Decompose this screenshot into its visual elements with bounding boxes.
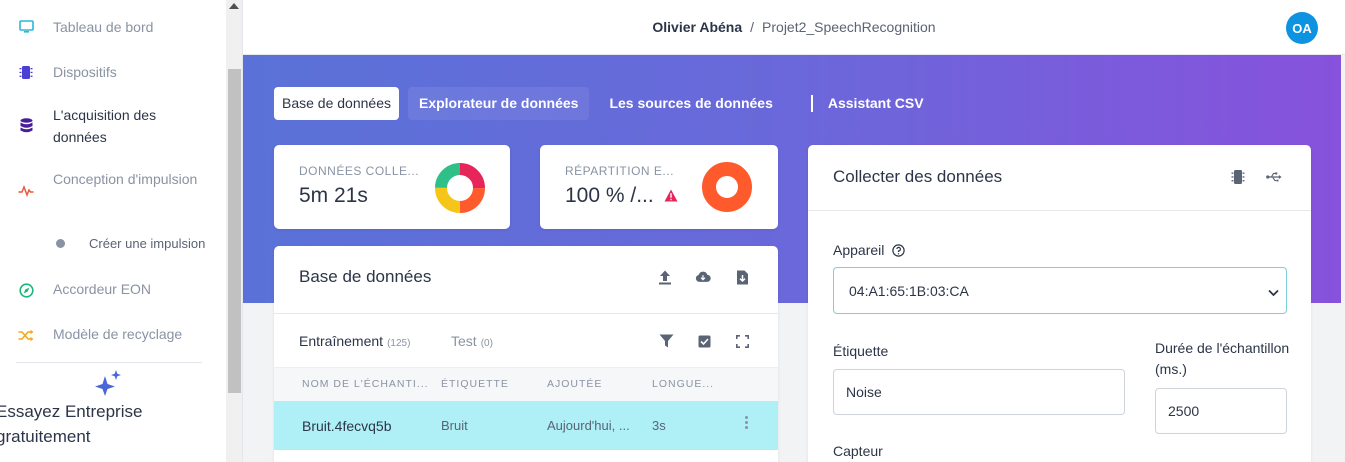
usb-icon[interactable] (1266, 169, 1282, 185)
breadcrumb-separator: / (750, 19, 755, 35)
row-menu-icon[interactable] (745, 416, 748, 431)
sidebar-item-label: Conception d'impulsion (53, 171, 198, 187)
sidebar-divider (16, 362, 202, 363)
sidebar-subitem-create-impulse[interactable]: Créer une impulsion (89, 236, 205, 251)
sidebar: Tableau de bord Dispositifs L'acquisitio… (0, 0, 226, 462)
data-tabs: Base de données Explorateur de données L… (274, 87, 944, 120)
breadcrumb-project[interactable]: Projet2_SpeechRecognition (762, 19, 936, 35)
stat-label: DONNÉES COLLE... (299, 164, 420, 178)
database-icon (18, 117, 34, 133)
sparkle-icon (94, 370, 124, 401)
help-icon[interactable] (892, 244, 905, 257)
breadcrumb-owner[interactable]: Olivier Abéna (652, 19, 742, 35)
card-divider (274, 313, 778, 314)
device-chip-icon[interactable] (1230, 169, 1246, 185)
split-card: RÉPARTITION E... 100 % /... (540, 145, 778, 229)
expand-icon[interactable] (734, 333, 750, 349)
compass-icon (18, 282, 34, 298)
tab-training[interactable]: Entraînement (125) (299, 333, 410, 349)
train-test-split-donut (701, 161, 753, 218)
shuffle-icon (18, 327, 34, 343)
sidebar-item-label: Dispositifs (53, 64, 117, 80)
collect-title: Collecter des données (833, 167, 1003, 186)
sidebar-item-label: Modèle de recyclage (53, 326, 183, 342)
device-select[interactable]: 04:A1:65:1B:03:CA (833, 267, 1287, 314)
label-input[interactable]: Noise (833, 369, 1125, 415)
monitor-icon (18, 19, 34, 35)
dataset-card: Base de données Entraînement (125) Test (0… (274, 246, 778, 462)
tab-dataset[interactable]: Base de données (274, 87, 399, 120)
table-header: NOM DE L'ÉCHANTI... ÉTIQUETTE AJOUTÉE LO… (274, 367, 778, 401)
tab-data-explorer[interactable]: Explorateur de données (407, 87, 590, 120)
sample-label: Bruit (441, 418, 468, 433)
collect-data-card: Collecter des données Appareil 04:A1:65:… (808, 145, 1311, 462)
scroll-up-icon[interactable] (229, 3, 239, 9)
column-header[interactable]: LONGUE... (652, 378, 714, 390)
device-label: Appareil (833, 240, 905, 261)
filter-icon[interactable] (658, 333, 674, 349)
sidebar-scrollbar[interactable] (226, 0, 243, 462)
duration-input[interactable]: 2500 (1155, 388, 1287, 434)
enterprise-trial-link[interactable]: Essayez Entreprise gratuitement (0, 399, 216, 449)
warning-icon[interactable] (664, 189, 678, 207)
column-header[interactable]: AJOUTÉE (547, 378, 602, 390)
tab-training-label: Entraînement (299, 333, 384, 349)
stat-label: RÉPARTITION E... (565, 164, 674, 178)
label-field-label: Étiquette (833, 343, 889, 359)
sidebar-item-label: L'acquisition des données (53, 107, 157, 145)
label-input-value: Noise (846, 384, 882, 400)
collected-data-card: DONNÉES COLLE... 5m 21s (274, 145, 510, 229)
training-count: (125) (387, 338, 411, 349)
sidebar-item-label: Tableau de bord (53, 19, 154, 35)
duration-field-label: Durée de l'échantillon (ms.) (1155, 340, 1290, 377)
test-count: (0) (480, 338, 493, 349)
column-header[interactable]: NOM DE L'ÉCHANTI... (302, 378, 429, 390)
tab-divider (810, 95, 813, 112)
bullet-icon (56, 239, 65, 248)
dataset-title: Base de données (299, 267, 432, 286)
file-import-icon[interactable] (734, 269, 750, 285)
select-checkbox-icon[interactable] (696, 333, 712, 349)
table-row[interactable]: Bruit.4fecvq5b Bruit Aujourd'hui, ... 3s (274, 401, 778, 450)
tab-data-sources[interactable]: Les sources de données (598, 87, 783, 120)
breadcrumb: Olivier Abéna / Projet2_SpeechRecognition (243, 19, 1345, 35)
tab-test[interactable]: Test (0) (451, 333, 493, 349)
chip-icon (18, 64, 34, 80)
pulse-icon (18, 183, 34, 199)
sample-length: 3s (652, 418, 666, 433)
top-header: Olivier Abéna / Projet2_SpeechRecognition … (243, 0, 1345, 55)
device-select-value: 04:A1:65:1B:03:CA (849, 283, 969, 299)
stat-value: 5m 21s (299, 184, 368, 207)
avatar[interactable]: OA (1286, 12, 1318, 44)
sensor-field-label: Capteur (833, 443, 883, 459)
device-label-text: Appareil (833, 242, 885, 258)
column-header[interactable]: ÉTIQUETTE (441, 378, 509, 390)
label-distribution-donut (434, 162, 486, 219)
sidebar-item-label: Accordeur EON (53, 281, 152, 297)
sample-name: Bruit.4fecvq5b (302, 418, 392, 434)
upload-icon[interactable] (657, 269, 673, 285)
sample-added: Aujourd'hui, ... (547, 418, 630, 433)
duration-input-value: 2500 (1168, 403, 1200, 419)
chevron-down-icon (1268, 284, 1279, 300)
cloud-download-icon[interactable] (695, 269, 711, 285)
card-divider (808, 210, 1311, 211)
tab-csv-wizard[interactable]: Assistant CSV (828, 87, 935, 120)
scroll-thumb[interactable] (228, 69, 241, 393)
tab-test-label: Test (451, 333, 477, 349)
stat-value: 100 % /... (565, 184, 654, 207)
